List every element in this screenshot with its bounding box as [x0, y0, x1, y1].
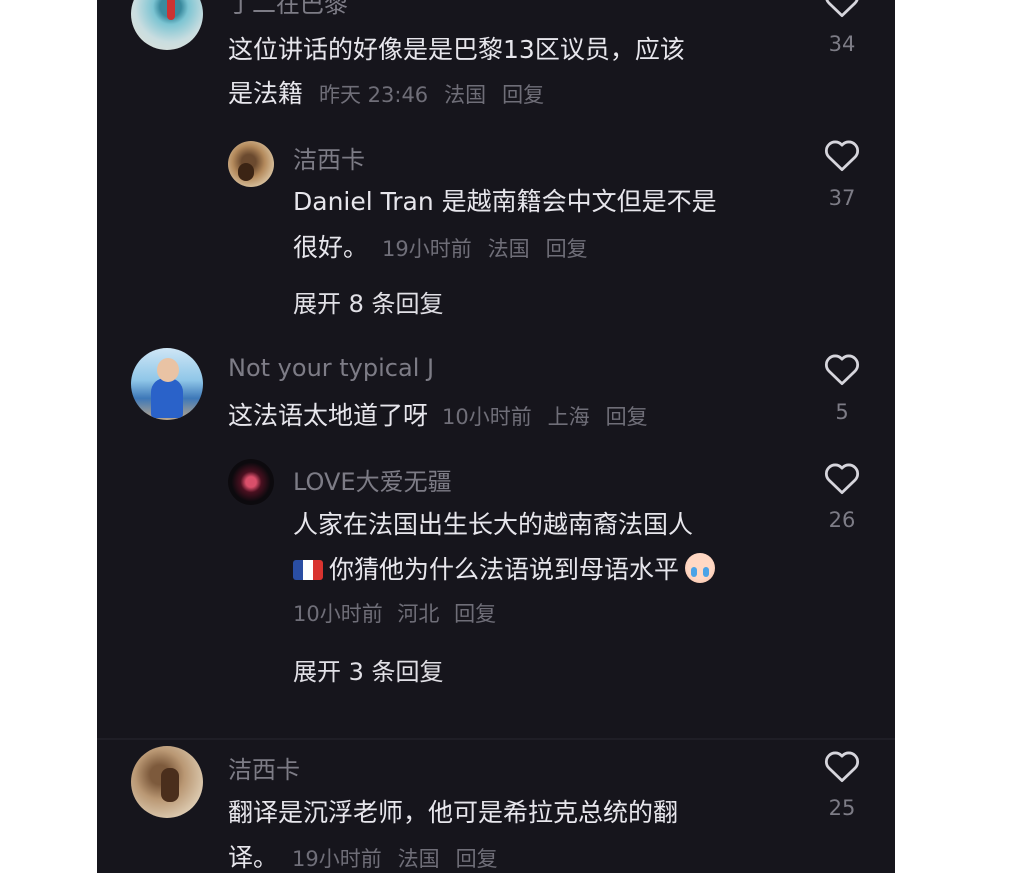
reply-text-line: Daniel Tran 是越南籍会中文但是不是: [293, 187, 717, 216]
comment-panel: 丁二在巴黎 这位讲话的好像是是巴黎13区议员，应该 是法籍 昨天 23:46 法…: [97, 0, 895, 873]
reply-meta-row: 10小时前 河北 回复: [293, 598, 504, 628]
avatar[interactable]: [131, 0, 203, 50]
comment-location: 法国: [444, 83, 487, 107]
like-count: 34: [828, 32, 856, 56]
expand-replies-button[interactable]: 展开 8 条回复: [293, 284, 444, 319]
comment-username[interactable]: 丁二在巴黎: [228, 0, 348, 19]
reply-button[interactable]: 回复: [454, 602, 496, 626]
reply-location: 法国: [487, 237, 530, 261]
reply-username[interactable]: LOVE大爱无疆: [293, 462, 452, 497]
reply-button[interactable]: 回复: [546, 237, 588, 261]
avatar[interactable]: [131, 348, 203, 420]
reply-username[interactable]: 洁西卡: [293, 140, 365, 175]
heart-outline-icon[interactable]: [823, 461, 861, 495]
section-divider: [97, 738, 895, 740]
comment-location: 上海: [547, 405, 590, 429]
comment-meta-row: 译。 19小时前 法国 回复: [228, 838, 498, 873]
reply-time: 10小时前: [293, 602, 383, 626]
reply-text-line: 你猜他为什么法语说到母语水平: [329, 555, 680, 584]
comment-time: 10小时前: [441, 405, 532, 429]
comment-username[interactable]: Not your typical J: [228, 354, 434, 382]
reply-button[interactable]: 回复: [606, 405, 648, 429]
reply-text-line: 人家在法国出生长大的越南裔法国人: [293, 510, 694, 539]
comment-text-line: 是法籍: [228, 79, 304, 108]
avatar[interactable]: [228, 459, 274, 505]
comment-time: 昨天 23:46: [318, 83, 429, 107]
expand-replies-button[interactable]: 展开 3 条回复: [293, 652, 444, 687]
comment-meta-row: 这法语太地道了呀 10小时前 上海 回复: [228, 396, 648, 432]
like-count: 26: [828, 508, 856, 532]
heart-outline-icon[interactable]: [823, 352, 861, 386]
comment-location: 法国: [397, 847, 440, 871]
comment-time: 19小时前: [291, 847, 382, 871]
comment-username[interactable]: 洁西卡: [228, 750, 300, 785]
heart-outline-icon[interactable]: [823, 138, 861, 172]
reply-location: 河北: [397, 602, 440, 626]
like-count: 37: [828, 186, 856, 210]
avatar[interactable]: [131, 746, 203, 818]
reply-meta-row: 很好。 19小时前 法国 回复: [293, 228, 588, 264]
crying-face-emoji-icon: [685, 553, 716, 583]
france-flag-icon: [293, 560, 323, 580]
heart-outline-icon[interactable]: [823, 0, 861, 18]
avatar[interactable]: [228, 141, 274, 187]
reply-time: 19小时前: [381, 237, 472, 261]
comment-meta-row: 是法籍 昨天 23:46 法国 回复: [228, 74, 544, 110]
reply-button[interactable]: 回复: [456, 847, 498, 871]
heart-outline-icon[interactable]: [823, 749, 861, 783]
reply-text-line: 很好。: [293, 233, 369, 262]
comment-text-line: 翻译是沉浮老师，他可是希拉克总统的翻: [228, 798, 679, 827]
reply-button[interactable]: 回复: [502, 83, 544, 107]
comment-text: 这法语太地道了呀: [228, 401, 429, 430]
reply-text-row: 你猜他为什么法语说到母语水平: [293, 550, 716, 586]
like-count: 5: [835, 400, 849, 424]
comment-text-line: 译。: [228, 843, 279, 872]
comment-text-line: 这位讲话的好像是是巴黎13区议员，应该: [228, 35, 685, 64]
like-count: 25: [828, 796, 856, 820]
